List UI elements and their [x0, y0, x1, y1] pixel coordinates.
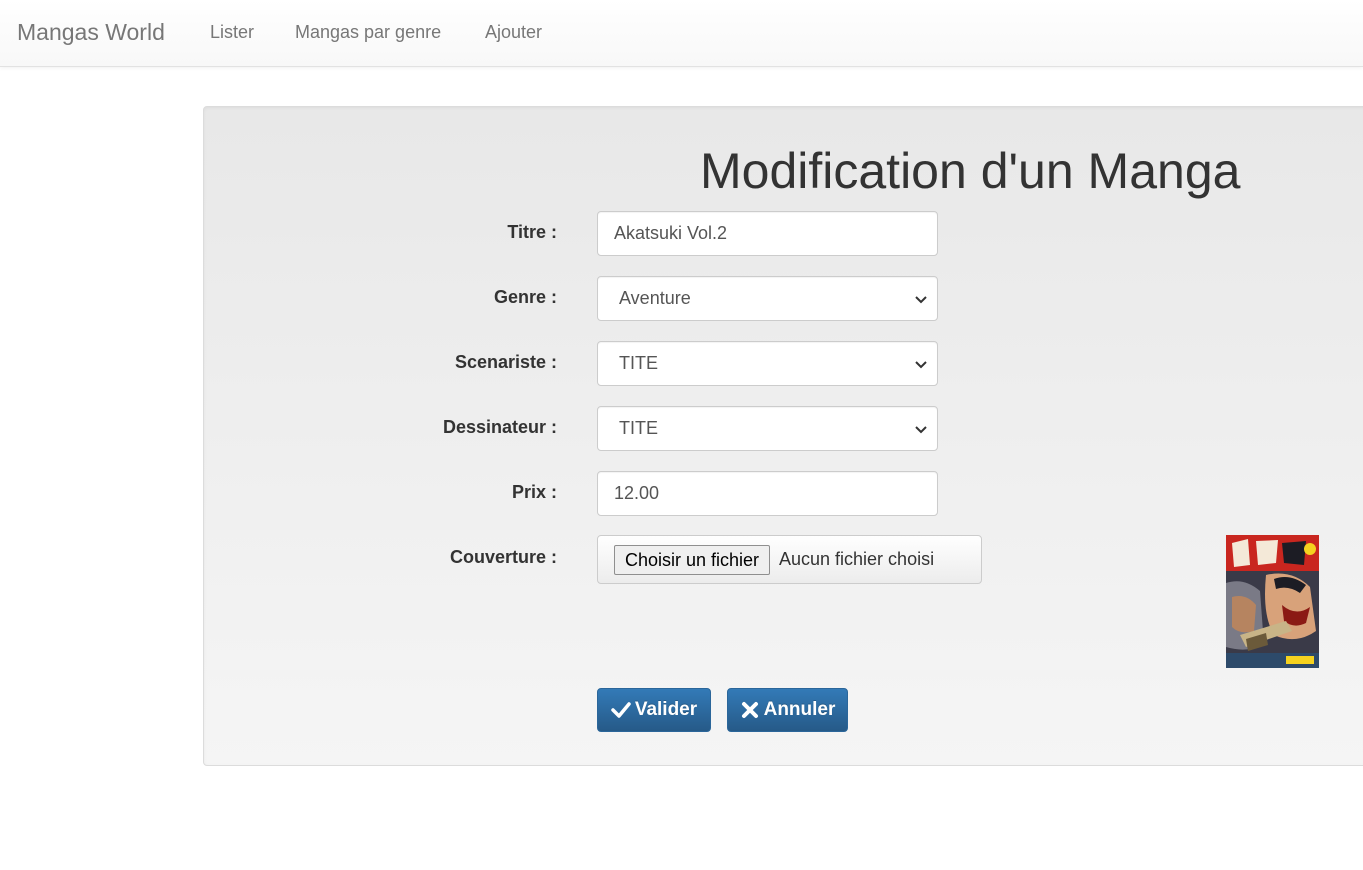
scenariste-selected-value: TITE: [619, 353, 658, 373]
genre-label: Genre :: [493, 287, 557, 307]
brand-link[interactable]: Mangas World: [17, 19, 165, 46]
chevron-down-icon: [915, 425, 927, 433]
titre-label: Titre :: [507, 222, 557, 242]
prix-input[interactable]: [597, 471, 938, 516]
dessinateur-label: Dessinateur :: [442, 417, 557, 437]
prix-label: Prix :: [511, 482, 557, 502]
scenariste-label: Scenariste :: [454, 352, 557, 372]
nav-link-ajouter[interactable]: Ajouter: [485, 22, 542, 43]
dessinateur-selected-value: TITE: [619, 418, 658, 438]
annuler-label: Annuler: [763, 699, 836, 720]
chevron-down-icon: [915, 360, 927, 368]
nav-link-lister[interactable]: Lister: [210, 22, 254, 43]
titre-input[interactable]: [597, 211, 938, 256]
chevron-down-icon: [915, 295, 927, 303]
close-icon: [741, 702, 758, 718]
page-title: Modification d'un Manga: [700, 143, 1241, 199]
check-icon: [611, 702, 631, 718]
genre-select[interactable]: Aventure: [597, 276, 938, 321]
genre-selected-value: Aventure: [619, 288, 691, 308]
nav-link-mangas-par-genre[interactable]: Mangas par genre: [295, 22, 441, 43]
cover-thumbnail: [1226, 535, 1319, 668]
annuler-button[interactable]: Annuler: [727, 688, 848, 732]
choose-file-button[interactable]: Choisir un fichier: [614, 545, 771, 575]
dessinateur-select[interactable]: TITE: [597, 406, 938, 451]
file-status-text: Aucun fichier choisi: [779, 549, 935, 569]
navbar: Mangas World Lister Mangas par genre Ajo…: [0, 0, 1363, 67]
scenariste-select[interactable]: TITE: [597, 341, 938, 386]
couverture-label: Couverture :: [449, 547, 557, 567]
valider-button[interactable]: Valider: [597, 688, 711, 732]
valider-label: Valider: [634, 699, 698, 720]
couverture-file-input[interactable]: Choisir un fichier Aucun fichier choisi: [597, 535, 982, 584]
